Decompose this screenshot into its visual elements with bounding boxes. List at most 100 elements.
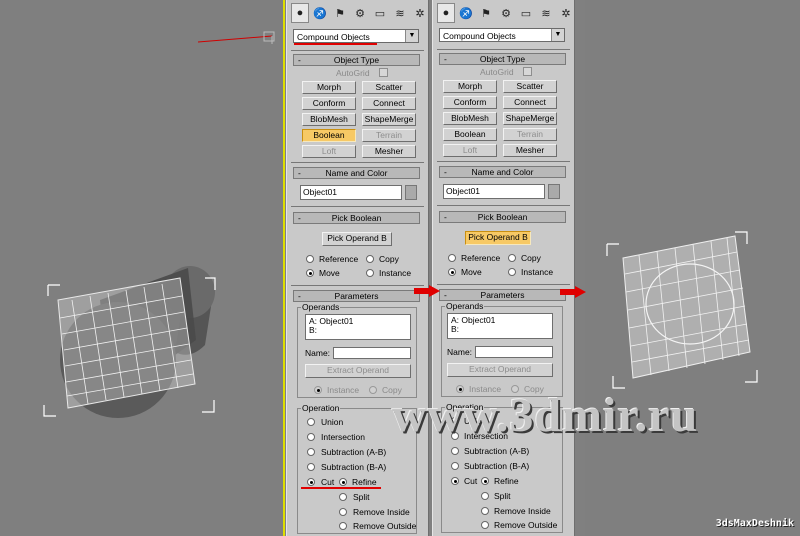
rollout-object-type[interactable]: - Object Type bbox=[293, 54, 420, 66]
blobmesh-button[interactable]: BlobMesh bbox=[443, 112, 497, 125]
motion-icon[interactable]: ⚙ bbox=[497, 3, 515, 23]
boolean-button[interactable]: Boolean bbox=[302, 129, 356, 142]
remove-inside-radio[interactable] bbox=[339, 508, 347, 516]
viewport-right[interactable] bbox=[585, 0, 800, 536]
rollout-pick-boolean[interactable]: - Pick Boolean bbox=[293, 212, 420, 224]
morph-button[interactable]: Morph bbox=[443, 80, 497, 93]
terrain-button[interactable]: Terrain bbox=[362, 129, 416, 142]
sphere-icon[interactable]: ● bbox=[291, 3, 309, 23]
hierarchy-icon[interactable]: ⚑ bbox=[477, 3, 495, 23]
split-radio[interactable] bbox=[481, 492, 489, 500]
loft-button[interactable]: Loft bbox=[302, 145, 356, 158]
pick-operand-b-button[interactable]: Pick Operand B bbox=[465, 231, 531, 245]
wrench-icon[interactable]: ✲ bbox=[557, 3, 575, 23]
reference-label: Reference bbox=[461, 253, 501, 263]
extract-copy-radio[interactable] bbox=[369, 386, 377, 394]
connect-button[interactable]: Connect bbox=[503, 96, 557, 109]
curve-icon[interactable]: ♐ bbox=[457, 3, 475, 23]
mesher-button[interactable]: Mesher bbox=[362, 145, 416, 158]
operand-a[interactable]: A: Object01 bbox=[451, 316, 549, 325]
operand-b[interactable]: B: bbox=[309, 326, 407, 335]
autogrid-label: AutoGrid bbox=[336, 68, 370, 78]
remove-inside-label: Remove Inside bbox=[353, 507, 410, 517]
chevron-down-icon[interactable]: ▼ bbox=[405, 30, 418, 42]
operand-b[interactable]: B: bbox=[451, 325, 549, 334]
rollout-parameters[interactable]: - Parameters bbox=[439, 289, 566, 301]
scatter-button[interactable]: Scatter bbox=[503, 80, 557, 93]
conform-button[interactable]: Conform bbox=[443, 96, 497, 109]
rollout-pick-boolean[interactable]: - Pick Boolean bbox=[439, 211, 566, 223]
remove-outside-radio[interactable] bbox=[481, 521, 489, 529]
extract-operand-button[interactable]: Extract Operand bbox=[305, 364, 411, 378]
terrain-button[interactable]: Terrain bbox=[503, 128, 557, 141]
boolean-button[interactable]: Boolean bbox=[443, 128, 497, 141]
extract-instance-radio[interactable] bbox=[314, 386, 322, 394]
display-icon[interactable]: ▭ bbox=[371, 3, 389, 23]
wrench-icon[interactable]: ✲ bbox=[411, 3, 429, 23]
category-dropdown[interactable]: Compound Objects ▼ bbox=[439, 28, 565, 42]
extract-operand-button[interactable]: Extract Operand bbox=[447, 363, 553, 377]
shapemerge-button[interactable]: ShapeMerge bbox=[362, 113, 416, 126]
utilities-icon[interactable]: ≋ bbox=[391, 3, 409, 23]
copy-radio[interactable] bbox=[366, 255, 374, 263]
refine-radio[interactable] bbox=[339, 478, 347, 486]
instance-radio[interactable] bbox=[508, 268, 516, 276]
morph-button[interactable]: Morph bbox=[302, 81, 356, 94]
autogrid-checkbox[interactable] bbox=[379, 68, 388, 77]
subtraction-ba-radio[interactable] bbox=[451, 462, 459, 470]
remove-inside-radio[interactable] bbox=[481, 507, 489, 515]
hierarchy-icon[interactable]: ⚑ bbox=[331, 3, 349, 23]
chevron-down-icon[interactable]: ▼ bbox=[551, 29, 564, 41]
scatter-button[interactable]: Scatter bbox=[362, 81, 416, 94]
rollout-title: Pick Boolean bbox=[331, 213, 382, 223]
mesher-button[interactable]: Mesher bbox=[503, 144, 557, 157]
display-icon[interactable]: ▭ bbox=[517, 3, 535, 23]
loft-button[interactable]: Loft bbox=[443, 144, 497, 157]
reference-radio[interactable] bbox=[306, 255, 314, 263]
operand-a[interactable]: A: Object01 bbox=[309, 317, 407, 326]
rollout-object-type[interactable]: - Object Type bbox=[439, 53, 566, 65]
operands-list[interactable]: A: Object01 B: bbox=[447, 313, 553, 339]
remove-outside-radio[interactable] bbox=[339, 522, 347, 530]
connect-button[interactable]: Connect bbox=[362, 97, 416, 110]
rollout-name-color[interactable]: - Name and Color bbox=[439, 166, 566, 178]
viewport-left[interactable] bbox=[0, 0, 283, 536]
subtraction-ba-radio[interactable] bbox=[307, 463, 315, 471]
move-radio[interactable] bbox=[448, 268, 456, 276]
object-name-field[interactable]: Object01 bbox=[443, 184, 545, 199]
category-dropdown[interactable]: Compound Objects ▼ bbox=[293, 29, 419, 43]
intersection-radio[interactable] bbox=[307, 433, 315, 441]
move-radio[interactable] bbox=[306, 269, 314, 277]
annotation-underline bbox=[301, 487, 381, 489]
union-radio[interactable] bbox=[307, 418, 315, 426]
divider bbox=[291, 206, 424, 207]
shapemerge-button[interactable]: ShapeMerge bbox=[503, 112, 557, 125]
object-color-swatch[interactable] bbox=[548, 184, 560, 199]
blobmesh-button[interactable]: BlobMesh bbox=[302, 113, 356, 126]
autogrid-checkbox[interactable] bbox=[523, 67, 532, 76]
conform-button[interactable]: Conform bbox=[302, 97, 356, 110]
cut-radio[interactable] bbox=[307, 478, 315, 486]
annotation-underline bbox=[294, 43, 377, 45]
operand-name-field[interactable] bbox=[475, 346, 553, 358]
reference-radio[interactable] bbox=[448, 254, 456, 262]
instance-radio[interactable] bbox=[366, 269, 374, 277]
sphere-icon[interactable]: ● bbox=[437, 3, 455, 23]
curve-icon[interactable]: ♐ bbox=[311, 3, 329, 23]
utilities-icon[interactable]: ≋ bbox=[537, 3, 555, 23]
subtraction-ab-radio[interactable] bbox=[307, 448, 315, 456]
rollout-parameters[interactable]: - Parameters bbox=[293, 290, 420, 302]
pick-operand-b-button[interactable]: Pick Operand B bbox=[322, 232, 392, 246]
operands-list[interactable]: A: Object01 B: bbox=[305, 314, 411, 340]
split-radio[interactable] bbox=[339, 493, 347, 501]
object-color-swatch[interactable] bbox=[405, 185, 417, 200]
object-name-field[interactable]: Object01 bbox=[300, 185, 402, 200]
copy-radio[interactable] bbox=[508, 254, 516, 262]
motion-icon[interactable]: ⚙ bbox=[351, 3, 369, 23]
operand-name-field[interactable] bbox=[333, 347, 411, 359]
cut-radio[interactable] bbox=[451, 477, 459, 485]
boolean-scene-after bbox=[606, 231, 758, 389]
rollout-name-color[interactable]: - Name and Color bbox=[293, 167, 420, 179]
refine-radio[interactable] bbox=[481, 477, 489, 485]
subtraction-ab-radio[interactable] bbox=[451, 447, 459, 455]
